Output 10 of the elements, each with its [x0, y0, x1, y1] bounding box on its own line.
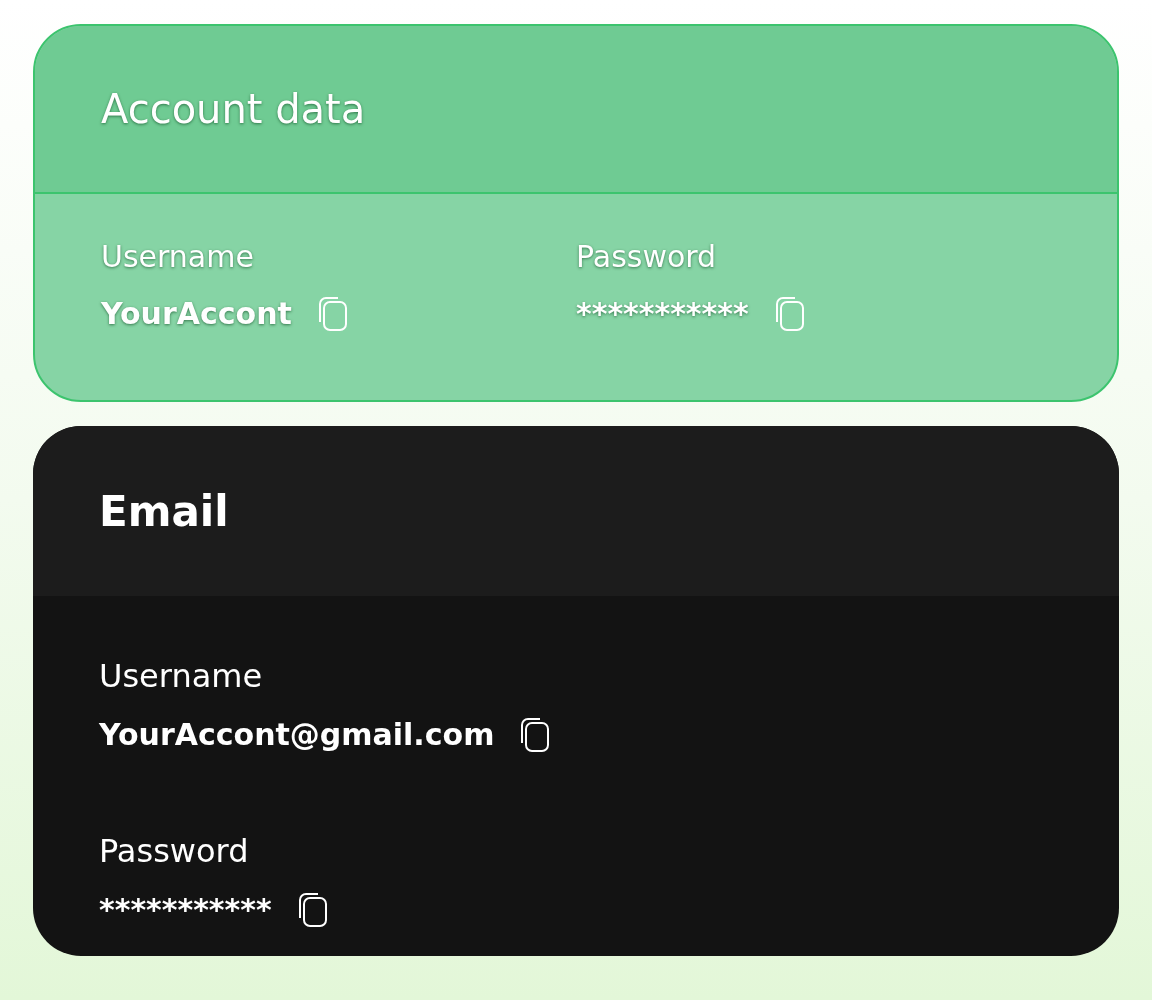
field-label: Username	[101, 238, 255, 276]
field-label: Password	[99, 831, 250, 872]
field-label: Username	[99, 656, 264, 697]
card-title: Email	[99, 485, 229, 538]
field-label: Password	[576, 238, 718, 276]
card-title: Account data	[101, 85, 366, 134]
field-value: ***********	[99, 891, 272, 929]
field-value: ***********	[576, 295, 749, 333]
field-value: YourAccont@gmail.com	[99, 716, 495, 754]
field-value: YourAccont	[101, 295, 292, 333]
